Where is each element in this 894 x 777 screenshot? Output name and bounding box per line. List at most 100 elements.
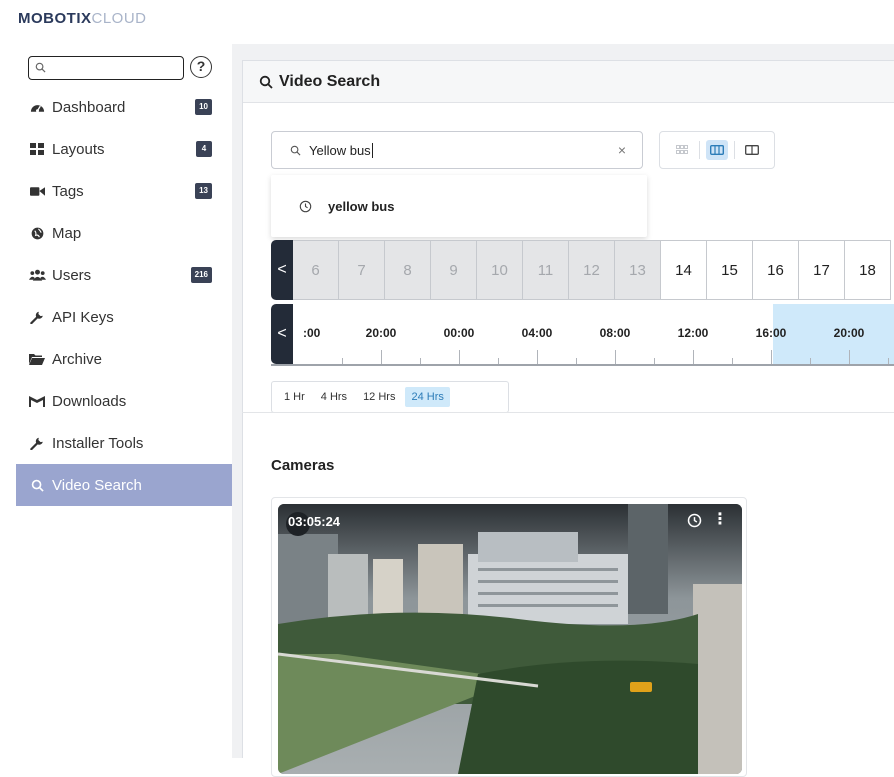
day-cell[interactable]: 16 xyxy=(753,240,799,300)
page-title: Video Search xyxy=(279,72,381,90)
clear-search-button[interactable]: × xyxy=(618,142,626,158)
sidebar-item-dashboard[interactable]: Dashboard 10 xyxy=(16,86,232,128)
dashboard-icon xyxy=(28,100,46,114)
time-label: :00 xyxy=(303,326,321,340)
count-badge: 13 xyxy=(195,183,212,199)
time-label: 16:00 xyxy=(755,326,787,340)
time-tick xyxy=(537,350,538,364)
sidebar-item-label: Layouts xyxy=(52,140,105,158)
search-suggestion[interactable]: yellow bus xyxy=(271,175,647,237)
prev-time-button[interactable]: < xyxy=(271,304,293,364)
range-button[interactable]: 1 Hr xyxy=(278,387,311,407)
time-minor-tick xyxy=(732,358,733,364)
sidebar-item-users[interactable]: Users 216 xyxy=(16,254,232,296)
wrench-icon xyxy=(28,436,46,450)
sidebar-item-installer-tools[interactable]: Installer Tools xyxy=(16,422,232,464)
section-divider xyxy=(242,412,894,413)
brand-part-1: MOBOTIX xyxy=(18,10,92,27)
time-minor-tick xyxy=(888,358,889,364)
video-search-panel: Video Search Yellow bus × yellow bus < 6… xyxy=(242,60,894,777)
camera-card[interactable]: 03:05:24 ⋮ xyxy=(271,497,747,777)
sidebar-item-label: Video Search xyxy=(52,476,142,494)
split-icon xyxy=(745,145,759,155)
sidebar-item-downloads[interactable]: Downloads xyxy=(16,380,232,422)
day-cell[interactable]: 7 xyxy=(339,240,385,300)
time-tick xyxy=(849,350,850,364)
day-selector: < 6 7 8 9 10 11 12 13 14 15 16 17 18 xyxy=(271,240,894,300)
divider xyxy=(699,141,700,159)
time-tick xyxy=(693,350,694,364)
prev-days-button[interactable]: < xyxy=(271,240,293,300)
sidebar-item-archive[interactable]: Archive xyxy=(16,338,232,380)
camera-snapshot[interactable]: 03:05:24 ⋮ xyxy=(278,504,742,774)
split-view-button[interactable] xyxy=(741,140,763,160)
sidebar-item-layouts[interactable]: Layouts 4 xyxy=(16,128,232,170)
day-cell[interactable]: 13 xyxy=(615,240,661,300)
time-minor-tick xyxy=(498,358,499,364)
day-cell[interactable]: 8 xyxy=(385,240,431,300)
range-button[interactable]: 4 Hrs xyxy=(315,387,353,407)
grid-icon xyxy=(676,145,688,154)
range-selector: 1 Hr 4 Hrs 12 Hrs 24 Hrs xyxy=(271,381,509,413)
camera-scene xyxy=(278,504,742,774)
timeline-track[interactable]: :00 20:00 00:00 04:00 08:00 12:00 16:00 20:00 xyxy=(293,304,894,364)
suggestion-text: yellow bus xyxy=(328,198,395,214)
sidebar-item-api-keys[interactable]: API Keys xyxy=(16,296,232,338)
day-cell[interactable]: 15 xyxy=(707,240,753,300)
sidebar-item-video-search[interactable]: Video Search xyxy=(16,464,232,506)
wrench-icon xyxy=(28,310,46,324)
range-button[interactable]: 12 Hrs xyxy=(357,387,401,407)
sidebar-item-label: API Keys xyxy=(52,308,114,326)
timeline: < :00 20:00 00:00 04:00 08:00 12:00 16:00 20:00 xyxy=(271,304,894,366)
range-button[interactable]: 24 Hrs xyxy=(405,387,450,407)
more-menu-icon[interactable]: ⋮ xyxy=(712,512,728,528)
day-cell[interactable]: 11 xyxy=(523,240,569,300)
folder-open-icon xyxy=(28,352,46,366)
sidebar-item-label: Tags xyxy=(52,182,84,200)
time-label: 12:00 xyxy=(677,326,709,340)
video-search-input[interactable]: Yellow bus × xyxy=(271,131,643,169)
time-minor-tick xyxy=(654,358,655,364)
brand-part-2: CLOUD xyxy=(91,10,147,27)
video-camera-icon xyxy=(28,184,46,198)
sidebar-item-tags[interactable]: Tags 13 xyxy=(16,170,232,212)
day-cell[interactable]: 9 xyxy=(431,240,477,300)
sidebar-item-label: Users xyxy=(52,266,92,284)
day-cell[interactable]: 18 xyxy=(845,240,891,300)
panel-header: Video Search xyxy=(243,61,894,103)
sidebar-item-label: Downloads xyxy=(52,392,127,410)
day-cell[interactable]: 6 xyxy=(293,240,339,300)
time-tick xyxy=(381,350,382,364)
sidebar-search-input[interactable] xyxy=(28,56,184,80)
search-icon xyxy=(290,145,301,155)
time-minor-tick xyxy=(810,358,811,364)
sidebar-item-label: Archive xyxy=(52,350,103,368)
time-minor-tick xyxy=(342,358,343,364)
day-cell[interactable]: 14 xyxy=(661,240,707,300)
day-cell[interactable]: 17 xyxy=(799,240,845,300)
time-label: 20:00 xyxy=(833,326,865,340)
day-cell[interactable]: 10 xyxy=(477,240,523,300)
search-icon xyxy=(259,75,273,89)
text-cursor xyxy=(371,142,373,158)
clock-icon[interactable] xyxy=(687,513,702,533)
sidebar: ? Dashboard 10 Layouts 4 Tags 13 Map Users 216 AP… xyxy=(0,44,232,758)
time-tick xyxy=(771,350,772,364)
column-view-button[interactable] xyxy=(706,140,728,160)
search-icon xyxy=(35,62,46,73)
time-label: 08:00 xyxy=(599,326,631,340)
brand-logo: MOBOTIXCLOUD xyxy=(18,10,147,27)
camera-timestamp: 03:05:24 xyxy=(288,514,341,529)
columns-icon xyxy=(710,145,724,155)
sidebar-item-map[interactable]: Map xyxy=(16,212,232,254)
time-label: 20:00 xyxy=(365,326,397,340)
time-tick xyxy=(459,350,460,364)
count-badge: 216 xyxy=(190,267,212,283)
sidebar-item-label: Map xyxy=(52,224,82,242)
grid-view-button[interactable] xyxy=(671,140,693,160)
help-icon[interactable]: ? xyxy=(190,56,212,78)
users-icon xyxy=(28,268,46,282)
time-label: 00:00 xyxy=(443,326,475,340)
globe-icon xyxy=(28,226,46,240)
day-cell[interactable]: 12 xyxy=(569,240,615,300)
